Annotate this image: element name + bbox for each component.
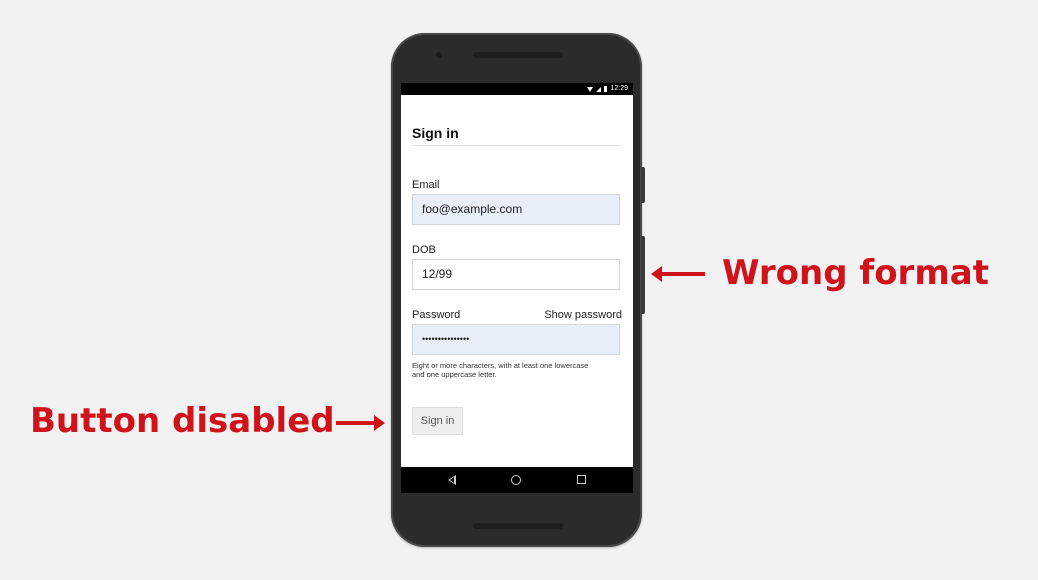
camera-icon: [436, 52, 442, 58]
button-disabled-annotation: Button disabled: [30, 401, 335, 441]
slide: 12:29 Sign in Email foo@example.com DOB …: [0, 0, 1038, 580]
wrong-format-annotation: Wrong format: [722, 253, 989, 293]
recents-icon[interactable]: [577, 475, 586, 484]
speaker-grille-bottom: [473, 523, 563, 529]
power-button: [641, 167, 645, 203]
email-label: Email: [412, 179, 440, 191]
password-field[interactable]: •••••••••••••••: [412, 324, 620, 355]
navigation-bar: [401, 467, 633, 493]
page-title: Sign in: [412, 125, 459, 141]
battery-icon: [604, 86, 608, 92]
arrow-left-icon: [651, 266, 705, 282]
back-icon[interactable]: [448, 475, 456, 485]
sign-in-button[interactable]: Sign in: [412, 407, 463, 435]
password-label: Password: [412, 309, 461, 321]
wifi-icon: [587, 86, 594, 92]
dob-label: DOB: [412, 244, 436, 256]
title-divider: [412, 145, 622, 146]
status-time: 12:29: [610, 85, 628, 92]
show-password-toggle[interactable]: Show password: [544, 309, 622, 321]
status-icons: 12:29: [587, 83, 628, 95]
password-hint: Eight or more characters, with at least …: [412, 361, 589, 379]
speaker-grille-top: [473, 52, 563, 58]
volume-button: [641, 236, 645, 314]
email-field[interactable]: foo@example.com: [412, 194, 620, 225]
arrow-right-icon: [336, 415, 385, 431]
status-bar: 12:29: [401, 83, 633, 95]
home-icon[interactable]: [511, 475, 521, 485]
signal-icon: [596, 86, 602, 92]
dob-field[interactable]: 12/99: [412, 259, 620, 290]
phone-screen: 12:29 Sign in Email foo@example.com DOB …: [401, 83, 633, 493]
